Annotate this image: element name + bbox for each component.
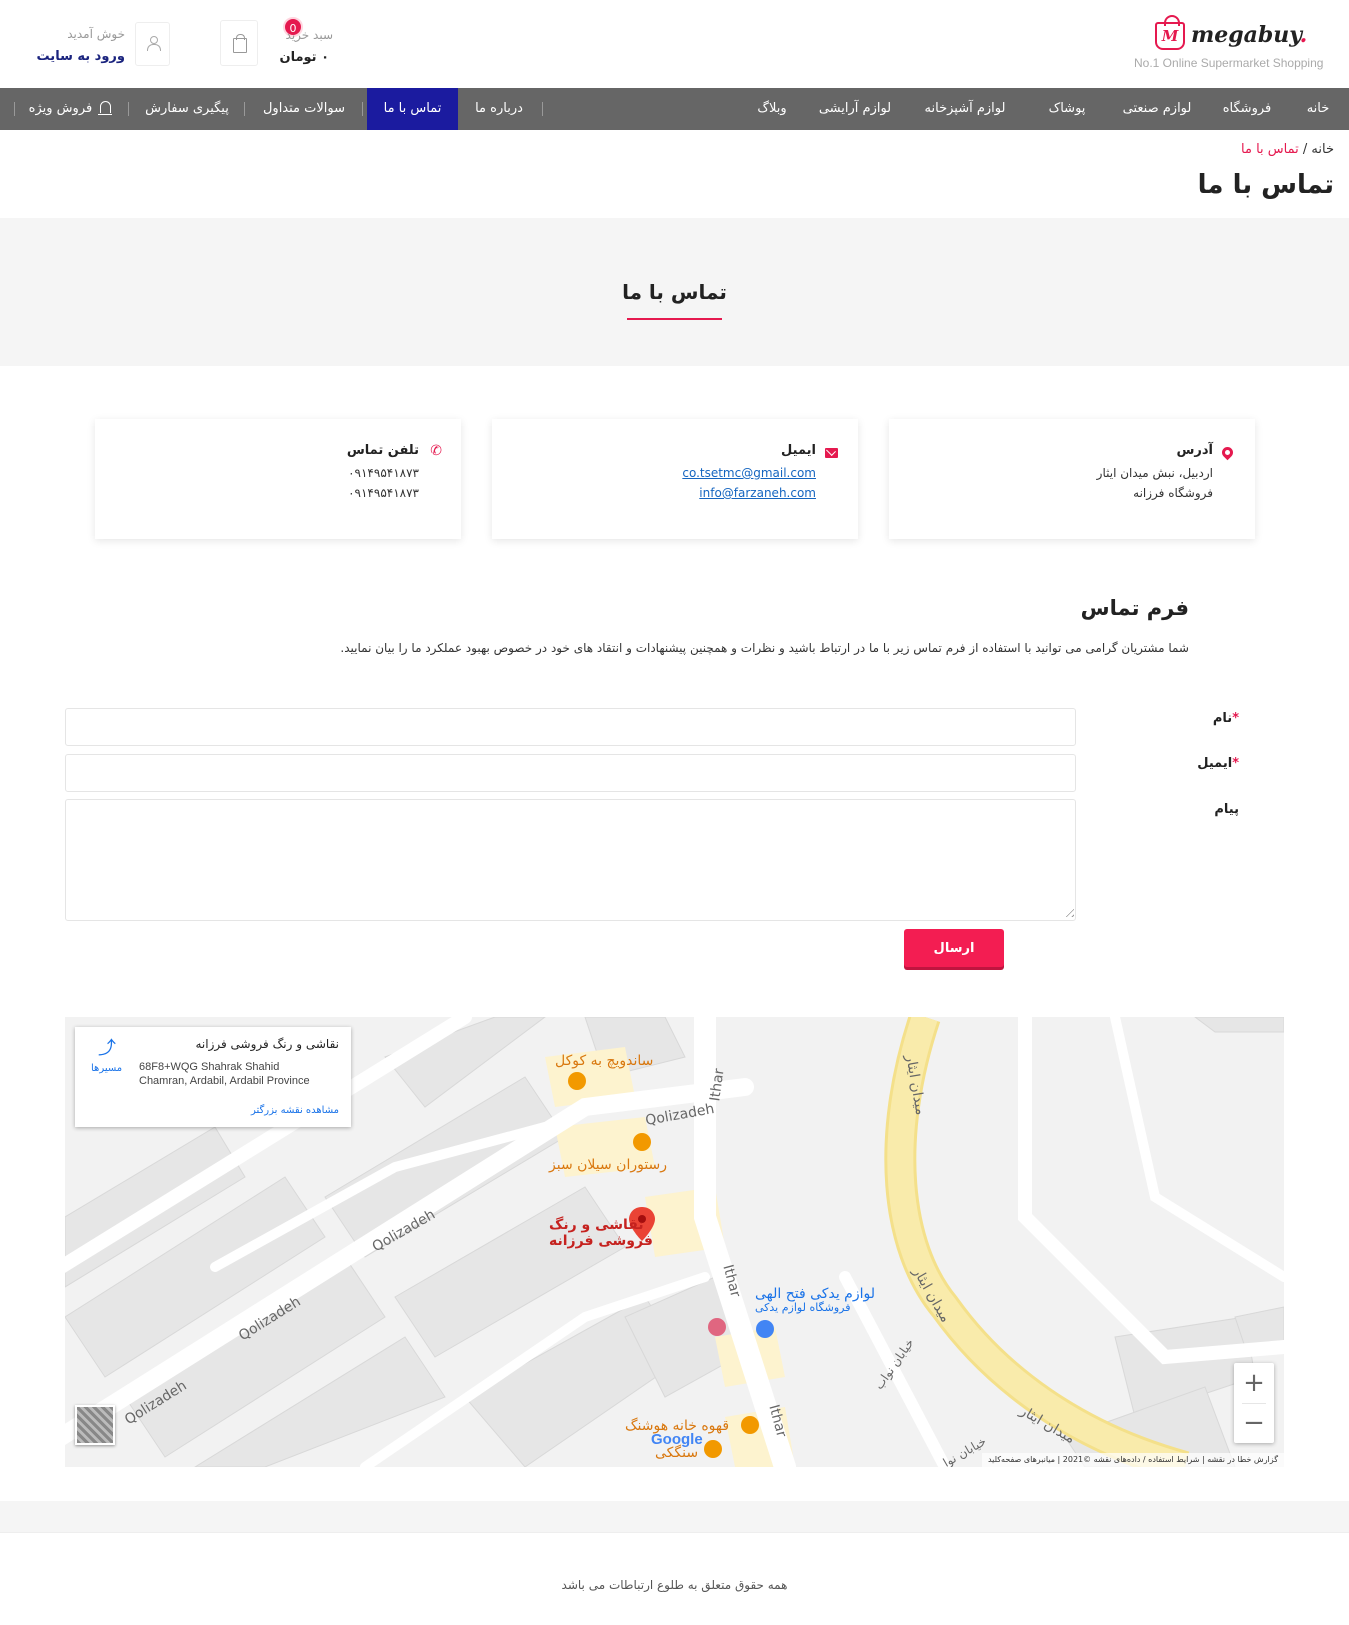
email-title: ایمیل xyxy=(781,443,816,458)
email-label: *ایمیل xyxy=(1197,756,1239,771)
phone-icon: ✆ xyxy=(430,443,442,459)
nav-item-clothing[interactable]: پوشاک xyxy=(1027,88,1107,130)
nav-item-blog[interactable]: وبلاگ xyxy=(737,88,807,130)
cart-widget[interactable]: 0 سبد خرید ۰ تومان xyxy=(220,17,333,68)
map-poi-shop[interactable]: فروشی فرزانه xyxy=(549,1233,653,1249)
phone-number[interactable]: ۰۹۱۴۹۵۴۱۸۷۳ xyxy=(348,486,419,500)
site-logo[interactable]: M megabuy. No.1 Online Supermarket Shopp… xyxy=(1133,15,1333,74)
name-label: *نام xyxy=(1212,711,1239,726)
nav-item-cosmetics[interactable]: لوازم آرایشی xyxy=(807,88,903,130)
address-line: فروشگاه فرزانه xyxy=(1133,486,1213,500)
account-widget[interactable]: خوش آمدید ورود به سایت xyxy=(37,20,170,68)
map-zoom-control: + − xyxy=(1234,1363,1274,1443)
section-title: تماس با ما xyxy=(622,280,727,304)
breadcrumb-separator: / xyxy=(1298,142,1312,157)
cart-label: سبد خرید xyxy=(285,28,333,42)
address-title: آدرس xyxy=(1176,443,1213,458)
zoom-out-button[interactable]: − xyxy=(1234,1403,1274,1443)
nav-item-shop[interactable]: فروشگاه xyxy=(1207,88,1287,130)
breadcrumb: خانه / تماس با ما xyxy=(1241,142,1334,157)
submit-button[interactable]: ارسال xyxy=(904,929,1004,967)
section-title-underline xyxy=(627,318,722,320)
map-poi-sandwich[interactable]: ساندویچ به کوکل xyxy=(555,1053,653,1069)
phone-title: تلفن تماس xyxy=(346,443,419,458)
nav-item-kitchen[interactable]: لوازم آشپزخانه xyxy=(903,88,1027,130)
welcome-text: خوش آمدید xyxy=(67,27,125,41)
bell-icon xyxy=(98,101,113,115)
top-header: M megabuy. No.1 Online Supermarket Shopp… xyxy=(0,0,1349,88)
breadcrumb-home[interactable]: خانه xyxy=(1311,142,1334,157)
main-nav: خانه فروشگاه لوازم صنعتی پوشاک لوازم آشپ… xyxy=(0,88,1349,130)
nav-item-contact[interactable]: تماس با ما xyxy=(367,88,458,130)
phone-card: ✆ تلفن تماس ۰۹۱۴۹۵۴۱۸۷۳ ۰۹۱۴۹۵۴۱۸۷۳ xyxy=(95,419,461,539)
message-textarea[interactable] xyxy=(65,799,1076,921)
map-card-address: Chamran, Ardabil, Ardabil Province xyxy=(139,1075,310,1087)
phone-number[interactable]: ۰۹۱۴۹۵۴۱۸۷۳ xyxy=(348,466,419,480)
nav-item-special-sale-label: فروش ویژه xyxy=(28,101,93,116)
map-poi-restaurant[interactable]: رستوران سیلان سبز xyxy=(549,1157,667,1173)
page-title: تماس با ما xyxy=(1197,170,1334,200)
form-description: شما مشتریان گرامی می توانید با استفاده ا… xyxy=(340,641,1189,655)
shopping-bag-logo-icon: M xyxy=(1155,15,1185,50)
map-info-card: نقاشی و رنگ فروشی فرزانه 68F8+WQG Shahra… xyxy=(75,1027,351,1127)
copyright-text: همه حقوق متعلق به طلوع ارتباطات می باشد xyxy=(561,1578,788,1592)
message-label: پیام xyxy=(1214,802,1239,817)
map-attribution[interactable]: گزارش خطا در نقشه | شرایط استفاده / داده… xyxy=(981,1453,1284,1467)
nav-item-special-sale[interactable]: فروش ویژه xyxy=(20,88,120,130)
zoom-in-button[interactable]: + xyxy=(1234,1363,1274,1403)
envelope-icon xyxy=(825,448,838,458)
name-input[interactable] xyxy=(65,708,1076,746)
google-logo-text: Google xyxy=(651,1431,703,1448)
google-map[interactable]: ساندویچ به کوکل رستوران سیلان سبز نقاشی … xyxy=(65,1017,1284,1467)
footer-band xyxy=(0,1501,1349,1532)
email-card: ایمیل co.tsetmc@gmail.com info@farzaneh.… xyxy=(492,419,858,539)
nav-separator xyxy=(542,102,543,116)
account-button[interactable] xyxy=(135,22,170,66)
map-card-title: نقاشی و رنگ فروشی فرزانه xyxy=(195,1037,339,1051)
address-card: آدرس اردبیل، نبش میدان ایثار فروشگاه فرز… xyxy=(889,419,1255,539)
nav-item-about[interactable]: درباره ما xyxy=(457,88,541,130)
logo-tagline: No.1 Online Supermarket Shopping xyxy=(1134,56,1324,70)
email-link[interactable]: co.tsetmc@gmail.com xyxy=(682,466,816,480)
view-larger-map-link[interactable]: مشاهده نقشه بزرگتر xyxy=(251,1105,339,1116)
nav-separator xyxy=(244,102,245,116)
nav-item-order-tracking[interactable]: پیگیری سفارش xyxy=(132,88,242,130)
section-title-band: تماس با ما xyxy=(0,218,1349,366)
map-poi-shop[interactable]: نقاشی و رنگ xyxy=(549,1217,644,1233)
cart-button[interactable] xyxy=(220,20,258,66)
directions-link[interactable]: مسیرها xyxy=(91,1063,122,1074)
logo-text: megabuy. xyxy=(1191,22,1308,48)
form-title: فرم تماس xyxy=(1080,596,1189,620)
nav-item-industrial[interactable]: لوازم صنعتی xyxy=(1107,88,1207,130)
nav-separator xyxy=(362,102,363,116)
footer: همه حقوق متعلق به طلوع ارتباطات می باشد xyxy=(0,1532,1349,1625)
nav-item-home[interactable]: خانه xyxy=(1287,88,1349,130)
map-pin-icon xyxy=(1219,444,1236,461)
nav-separator xyxy=(14,102,15,116)
address-line: اردبیل، نبش میدان ایثار xyxy=(1096,466,1213,480)
login-link[interactable]: ورود به سایت xyxy=(37,49,125,64)
satellite-toggle[interactable] xyxy=(75,1405,115,1445)
directions-icon[interactable]: ⤴ xyxy=(97,1039,117,1059)
cart-total: ۰ تومان xyxy=(279,50,329,65)
map-poi-parts[interactable]: فروشگاه لوازم یدکی xyxy=(755,1301,851,1314)
user-icon xyxy=(147,36,161,51)
google-logo: Google xyxy=(651,1431,703,1448)
email-link[interactable]: info@farzaneh.com xyxy=(699,486,816,500)
map-poi-parts[interactable]: لوازم یدکی فتح الهی xyxy=(755,1286,875,1302)
email-input[interactable] xyxy=(65,754,1076,792)
map-card-address: 68F8+WQG Shahrak Shahid xyxy=(139,1061,280,1073)
nav-item-faq[interactable]: سوالات متداول xyxy=(248,88,360,130)
shopping-bag-icon xyxy=(233,34,247,53)
nav-separator xyxy=(128,102,129,116)
breadcrumb-current: تماس با ما xyxy=(1241,142,1299,157)
